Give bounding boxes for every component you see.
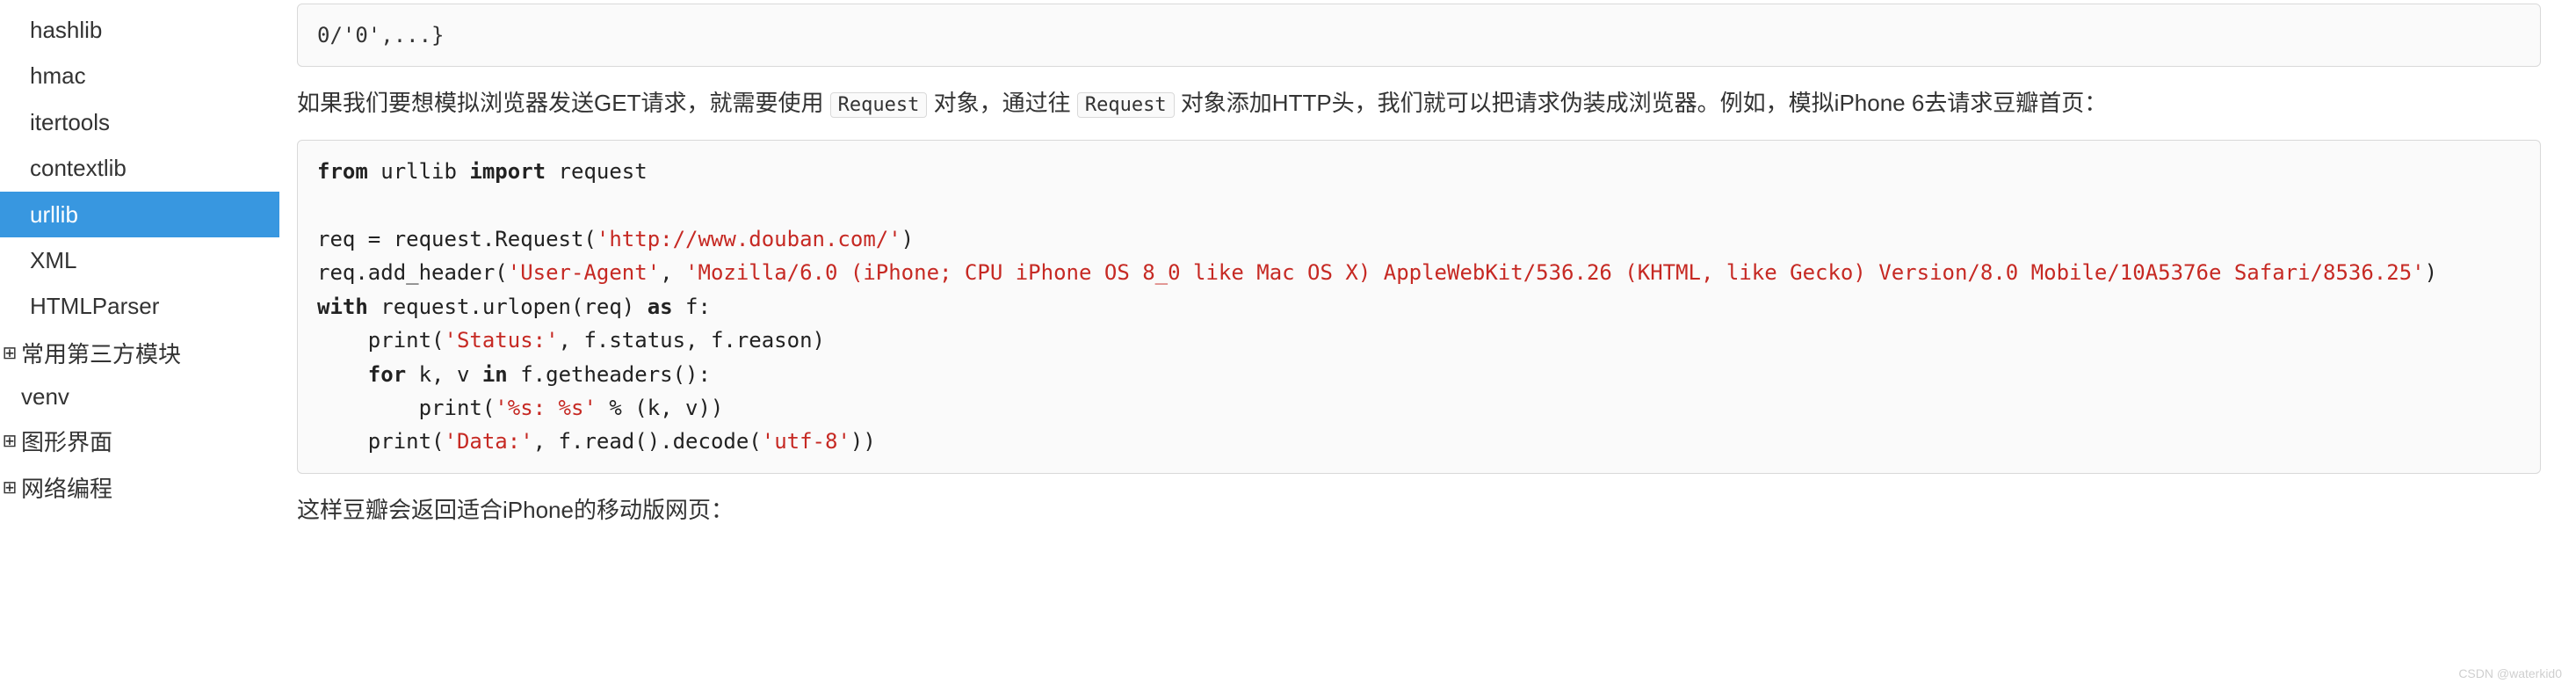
code-text: request	[546, 159, 648, 184]
code-string: 'Mozilla/6.0 (iPhone; CPU iPhone OS 8_0 …	[685, 260, 2425, 285]
code-fragment: 0/'0',...}	[317, 23, 445, 47]
sidebar-group-venv[interactable]: venv	[0, 376, 279, 418]
code-text: ,	[660, 260, 685, 285]
sidebar-group-label: 常用第三方模块	[21, 337, 181, 369]
code-text: , f.read().decode(	[533, 429, 762, 454]
code-text: f.getheaders():	[508, 362, 711, 387]
expand-icon: ⊞	[2, 430, 18, 452]
inline-code-request: Request	[1077, 92, 1175, 118]
code-text: )	[2425, 260, 2437, 285]
code-text: % (k, v))	[597, 396, 724, 420]
code-text: request.urlopen(req)	[368, 295, 648, 319]
sidebar-group-gui[interactable]: ⊞ 图形界面	[0, 418, 279, 464]
code-text: )	[901, 227, 914, 251]
expand-icon: ⊞	[2, 476, 18, 498]
code-block-main: from urllib import request req = request…	[297, 140, 2541, 474]
sidebar-item-contextlib[interactable]: contextlib	[0, 145, 279, 191]
expand-icon: ⊞	[2, 342, 18, 364]
code-text: urllib	[368, 159, 470, 184]
sidebar: hashlib hmac itertools contextlib urllib…	[0, 0, 279, 691]
code-string: 'utf-8'	[762, 429, 850, 454]
sidebar-item-itertools[interactable]: itertools	[0, 99, 279, 145]
text: 对象添加HTTP头，我们就可以把请求伪装成浏览器。例如，模拟iPhone 6去请…	[1175, 90, 2108, 116]
code-string: 'Data:'	[445, 429, 533, 454]
paragraph: 如果我们要想模拟浏览器发送GET请求，就需要使用 Request 对象，通过往 …	[297, 83, 2541, 124]
code-text: , f.status, f.reason)	[559, 328, 825, 353]
code-keyword-with: with	[317, 295, 368, 319]
sidebar-group-label: 网络编程	[21, 471, 112, 504]
code-text: print(	[317, 396, 495, 420]
sidebar-item-htmlparser[interactable]: HTMLParser	[0, 283, 279, 329]
article-content: 0/'0',...} 如果我们要想模拟浏览器发送GET请求，就需要使用 Requ…	[279, 0, 2576, 691]
sidebar-group-thirdparty[interactable]: ⊞ 常用第三方模块	[0, 330, 279, 376]
inline-code-request: Request	[830, 92, 928, 118]
code-keyword-in: in	[482, 362, 508, 387]
code-string: '%s: %s'	[495, 396, 597, 420]
code-string: 'Status:'	[445, 328, 559, 353]
code-block-partial: 0/'0',...}	[297, 4, 2541, 67]
code-text: req = request.Request(	[317, 227, 597, 251]
paragraph: 这样豆瓣会返回适合iPhone的移动版网页：	[297, 490, 2541, 531]
code-text	[317, 362, 368, 387]
sidebar-group-label: venv	[21, 383, 69, 411]
text: 对象，通过往	[927, 90, 1076, 116]
code-text: f:	[673, 295, 711, 319]
sidebar-group-label: 图形界面	[21, 425, 112, 457]
sidebar-item-hmac[interactable]: hmac	[0, 53, 279, 98]
watermark-text: CSDN @waterkid0	[2458, 666, 2562, 680]
text: 如果我们要想模拟浏览器发送GET请求，就需要使用	[297, 90, 830, 116]
code-text: k, v	[406, 362, 482, 387]
sidebar-item-urllib[interactable]: urllib	[0, 192, 279, 237]
sidebar-group-network[interactable]: ⊞ 网络编程	[0, 464, 279, 511]
code-string: 'http://www.douban.com/'	[597, 227, 901, 251]
code-text: ))	[850, 429, 876, 454]
code-text: req.add_header(	[317, 260, 508, 285]
code-keyword-for: for	[368, 362, 406, 387]
code-text: print(	[317, 429, 445, 454]
sidebar-item-xml[interactable]: XML	[0, 237, 279, 283]
code-string: 'User-Agent'	[508, 260, 660, 285]
code-keyword-as: as	[648, 295, 673, 319]
sidebar-item-hashlib[interactable]: hashlib	[0, 7, 279, 53]
code-keyword-import: import	[469, 159, 546, 184]
code-keyword-from: from	[317, 159, 368, 184]
code-text: print(	[317, 328, 445, 353]
